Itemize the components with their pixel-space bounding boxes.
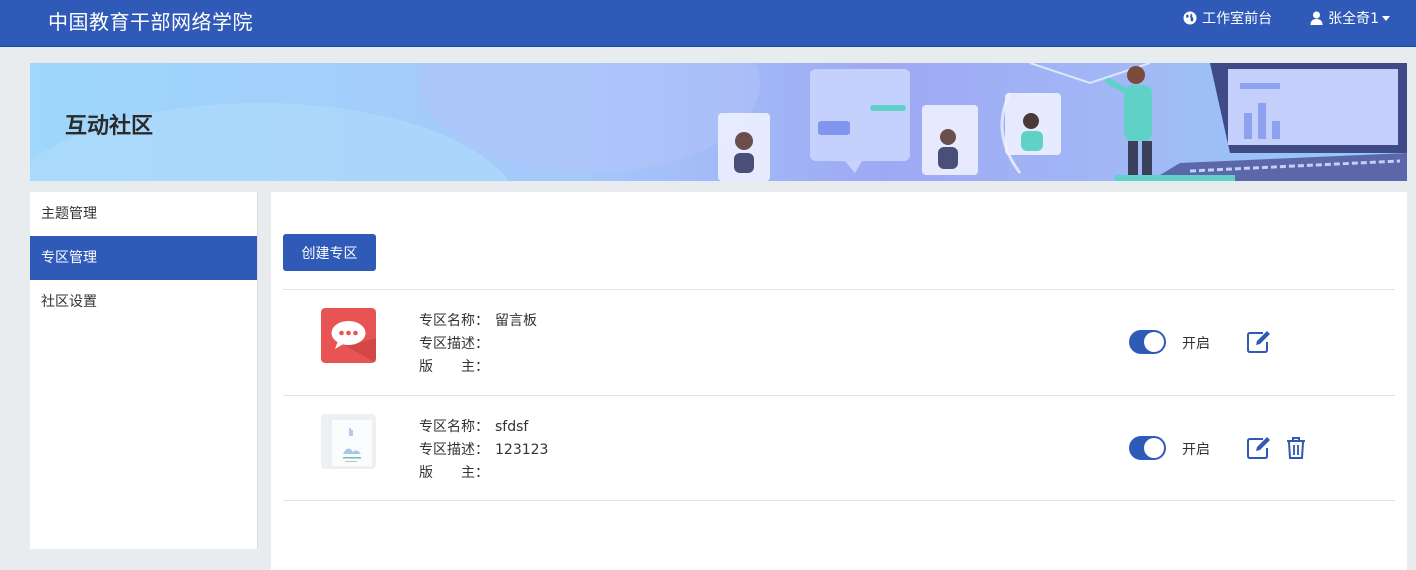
create-zone-button[interactable]: 创建专区 xyxy=(283,234,376,271)
zone-moderator-label: 版 主： xyxy=(419,465,489,481)
toggle-status-label: 开启 xyxy=(1182,442,1210,458)
zone-desc-label: 专区描述： xyxy=(419,336,489,352)
zone-name: sfdsf xyxy=(495,419,529,435)
zone-enable-toggle[interactable] xyxy=(1129,436,1166,460)
edit-icon[interactable] xyxy=(1246,436,1272,460)
site-title[interactable]: 中国教育干部网络学院 xyxy=(48,6,253,35)
studio-link-label: 工作室前台 xyxy=(1202,11,1273,27)
sidebar-item-zone-management[interactable]: 专区管理 xyxy=(30,236,257,280)
image-thumbnail-icon xyxy=(321,414,376,469)
banner-illustration xyxy=(30,63,1407,181)
page-title: 互动社区 xyxy=(65,114,154,139)
globe-icon xyxy=(1183,11,1197,25)
sidebar: 主题管理 专区管理 社区设置 xyxy=(30,192,258,549)
user-name: 张全奇1 xyxy=(1328,11,1379,27)
zone-moderator-label: 版 主： xyxy=(419,359,489,375)
nav-right: 工作室前台 张全奇1 xyxy=(1183,8,1390,28)
toggle-status-label: 开启 xyxy=(1182,336,1210,352)
zone-name: 留言板 xyxy=(495,313,537,329)
top-navbar: 中国教育干部网络学院 工作室前台 张全奇1 xyxy=(0,0,1416,47)
user-icon xyxy=(1310,11,1323,25)
trash-icon[interactable] xyxy=(1286,436,1306,460)
page-banner: 互动社区 xyxy=(30,63,1407,181)
zone-desc: 123123 xyxy=(495,442,549,458)
studio-frontend-link[interactable]: 工作室前台 xyxy=(1183,8,1272,28)
zone-name-label: 专区名称： xyxy=(419,313,489,329)
zone-info: 专区名称： 留言板 专区描述： 版 主： xyxy=(419,310,537,379)
list-item: 专区名称： 留言板 专区描述： 版 主： 开启 xyxy=(283,289,1395,395)
caret-down-icon xyxy=(1382,15,1390,21)
chat-bubble-icon xyxy=(321,308,376,363)
zone-name-label: 专区名称： xyxy=(419,419,489,435)
sidebar-item-topic-management[interactable]: 主题管理 xyxy=(30,192,257,236)
sidebar-item-community-settings[interactable]: 社区设置 xyxy=(30,280,257,324)
user-menu[interactable]: 张全奇1 xyxy=(1310,8,1390,28)
list-item: 专区名称： sfdsf 专区描述： 123123 版 主： 开启 xyxy=(283,395,1395,501)
zone-enable-toggle[interactable] xyxy=(1129,330,1166,354)
main-panel: 创建专区 专区名称： 留言板 专区描述： 版 主： 开启 专区名称： sfdsf… xyxy=(271,192,1407,570)
zone-desc-label: 专区描述： xyxy=(419,442,489,458)
zone-info: 专区名称： sfdsf 专区描述： 123123 版 主： xyxy=(419,416,548,485)
zone-list: 专区名称： 留言板 专区描述： 版 主： 开启 专区名称： sfdsf 专区描述… xyxy=(283,289,1395,501)
edit-icon[interactable] xyxy=(1246,330,1272,354)
